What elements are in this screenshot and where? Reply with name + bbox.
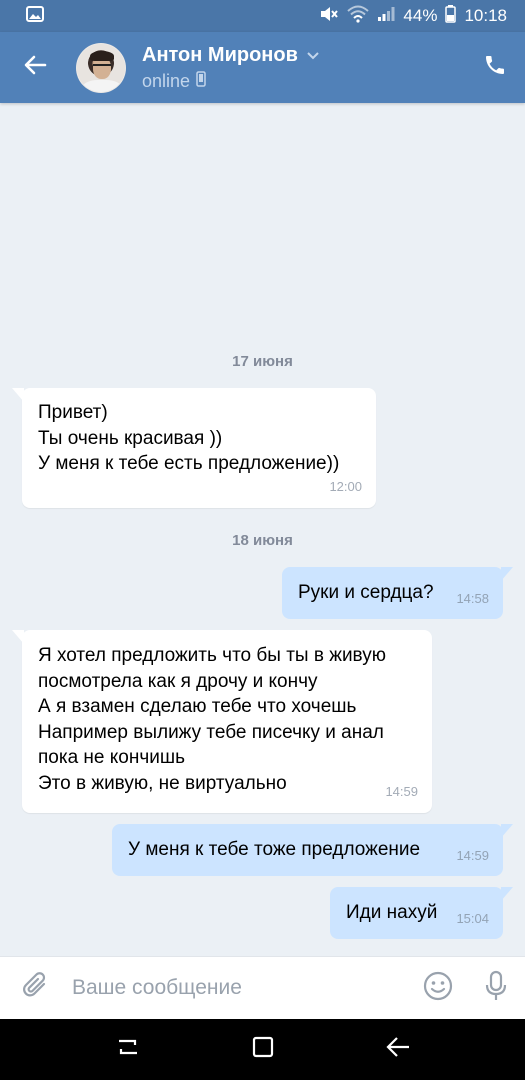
- home-button[interactable]: [233, 1025, 293, 1075]
- microphone-button[interactable]: [467, 957, 525, 1020]
- battery-percent: 44%: [403, 6, 438, 25]
- gallery-icon: [26, 5, 44, 27]
- status-bar: 44% 10:18: [0, 0, 525, 32]
- message-input[interactable]: [72, 976, 409, 1000]
- mute-icon: [319, 5, 339, 28]
- phone-icon: [483, 53, 507, 82]
- emoji-button[interactable]: [409, 957, 467, 1020]
- message-outgoing[interactable]: Иди нахуй 15:04: [330, 887, 513, 939]
- clock: 10:18: [464, 6, 507, 25]
- message-time: 14:59: [385, 783, 418, 799]
- recents-button[interactable]: [98, 1025, 158, 1075]
- message-text: У меня к тебе тоже предложение: [128, 839, 421, 860]
- message-time: 12:00: [329, 478, 362, 494]
- message-outgoing[interactable]: У меня к тебе тоже предложение 14:59: [112, 824, 513, 876]
- paperclip-icon: [22, 971, 50, 1006]
- chevron-down-icon: [306, 44, 320, 67]
- chat-header: Антон Миронов online: [0, 32, 525, 103]
- contact-name: Антон Миронов: [142, 43, 298, 66]
- back-arrow-icon: [23, 55, 47, 80]
- online-status: online: [142, 70, 191, 91]
- message-outgoing[interactable]: Руки и сердца? 14:58: [282, 567, 513, 619]
- home-icon: [251, 1035, 275, 1064]
- message-list[interactable]: 17 июня Привет) Ты очень красивая )) У м…: [0, 103, 525, 956]
- date-separator: 18 июня: [232, 532, 293, 549]
- attach-button[interactable]: [0, 957, 72, 1020]
- wifi-icon: [347, 5, 370, 28]
- contact-info[interactable]: Антон Миронов online: [142, 44, 465, 92]
- signal-icon: [377, 6, 395, 27]
- battery-icon: [445, 4, 457, 28]
- microphone-icon: [484, 970, 508, 1007]
- message-time: 14:58: [456, 590, 489, 606]
- mobile-device-icon: [196, 70, 206, 92]
- date-separator: 17 июня: [232, 353, 293, 370]
- message-text: Я хотел предложить что бы ты в живую пос…: [38, 645, 386, 794]
- message-time: 15:04: [456, 910, 489, 926]
- avatar[interactable]: [76, 42, 126, 93]
- nav-back-button[interactable]: [368, 1025, 428, 1075]
- call-button[interactable]: [465, 32, 525, 103]
- nav-back-icon: [385, 1035, 411, 1064]
- system-nav-bar: [0, 1019, 525, 1080]
- message-text: Привет) Ты очень красивая )) У меня к те…: [38, 402, 340, 474]
- message-incoming[interactable]: Привет) Ты очень красивая )) У меня к те…: [12, 388, 376, 508]
- recents-icon: [115, 1035, 141, 1064]
- message-time: 14:59: [456, 847, 489, 863]
- emoji-icon: [423, 971, 453, 1006]
- composer: [0, 956, 525, 1019]
- message-incoming[interactable]: Я хотел предложить что бы ты в живую пос…: [12, 630, 432, 813]
- back-button[interactable]: [0, 32, 70, 103]
